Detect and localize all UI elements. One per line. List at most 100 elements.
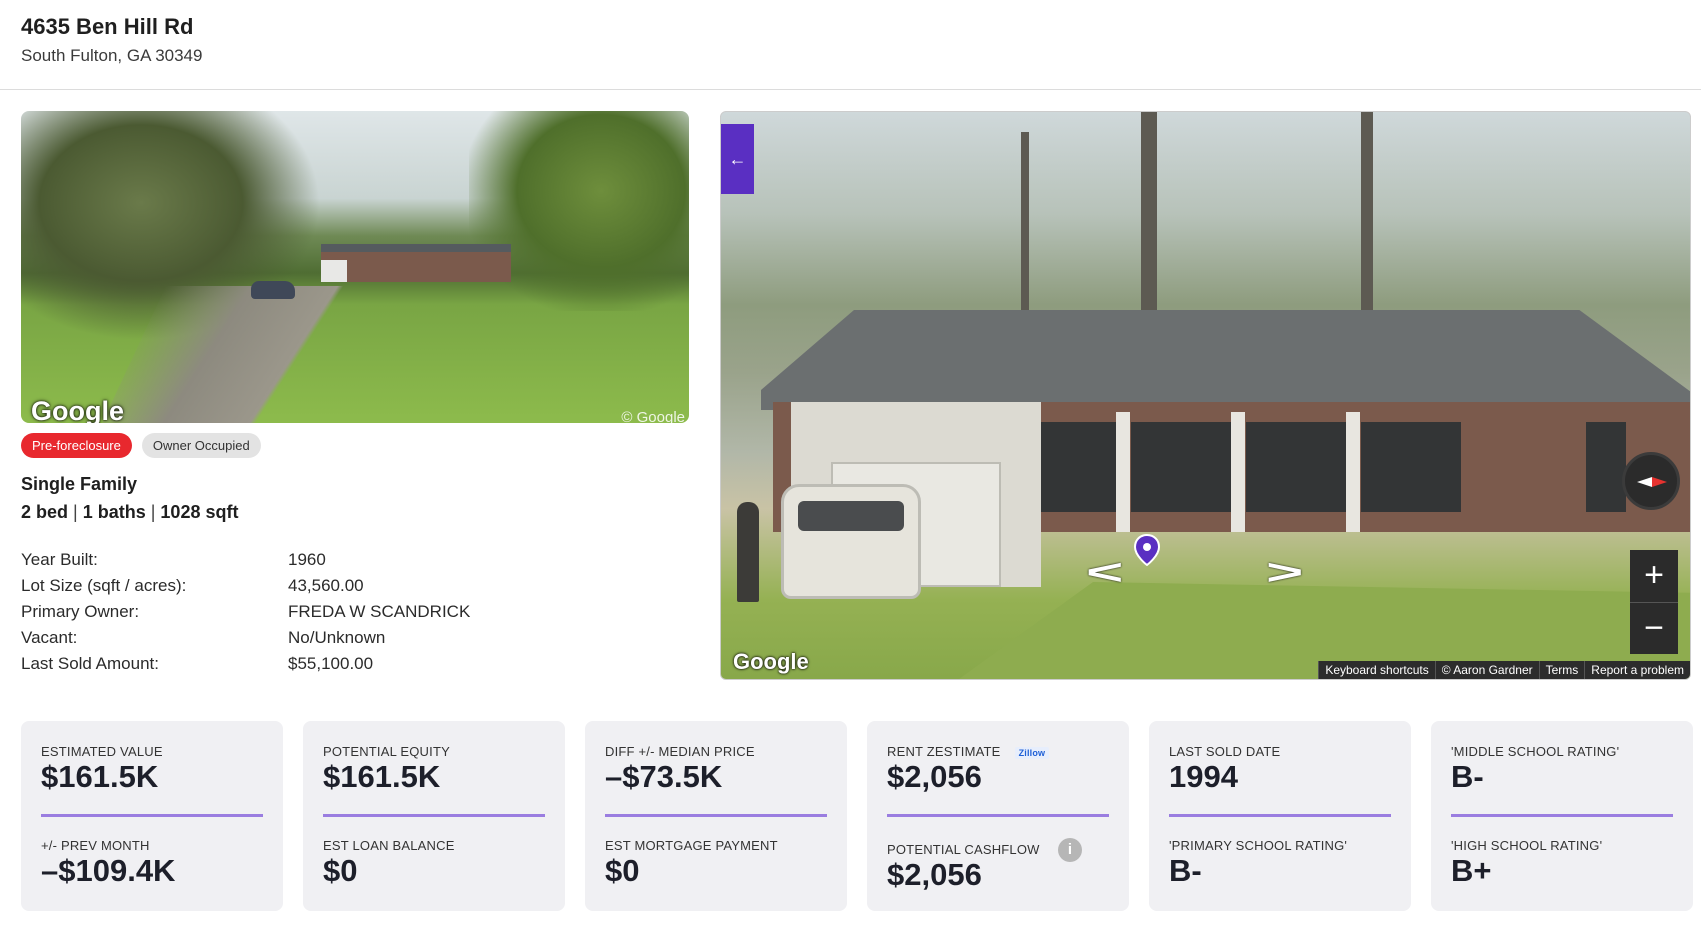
window-decor [1586, 422, 1626, 512]
metric-value: $0 [323, 853, 358, 888]
detail-row: Vacant: No/Unknown [21, 628, 470, 654]
page-header: 4635 Ben Hill Rd South Fulton, GA 30349 [0, 0, 1701, 90]
arrow-left-icon: ← [728, 149, 747, 169]
detail-label: Lot Size (sqft / acres): [21, 576, 187, 595]
metric-value: $161.5K [323, 759, 441, 794]
metric-label: POTENTIAL CASHFLOW [887, 842, 1040, 857]
detail-label: Primary Owner: [21, 602, 140, 621]
detail-label: Vacant: [21, 628, 78, 647]
status-badge-preforeclosure: Pre-foreclosure [21, 433, 132, 458]
detail-value: No/Unknown [288, 628, 386, 647]
card-divider [41, 814, 263, 817]
tree-trunk-decor [1021, 132, 1029, 312]
window-decor [1361, 422, 1461, 512]
status-badge-owner-occupied: Owner Occupied [141, 433, 261, 458]
card-divider [887, 814, 1109, 817]
detail-row: Primary Owner: FREDA W SCANDRICK [21, 602, 470, 628]
detail-row: Year Built: 1960 [21, 550, 470, 576]
metric-label: POTENTIAL EQUITY [323, 744, 450, 759]
metric-label: 'MIDDLE SCHOOL RATING' [1451, 744, 1620, 759]
porch-post-decor [1231, 412, 1245, 532]
metric-card-last-sold-date: LAST SOLD DATE 1994 'PRIMARY SCHOOL RATI… [1149, 721, 1411, 911]
house-decor [321, 244, 511, 282]
beds: 2 bed [21, 502, 69, 522]
card-divider [323, 814, 545, 817]
google-logo: Google [31, 396, 124, 423]
property-type: Single Family [21, 474, 138, 494]
detail-value: 43,560.00 [288, 576, 364, 595]
window-decor [1246, 422, 1346, 512]
google-logo: Google [733, 649, 809, 674]
stats-separator: | [73, 502, 78, 522]
metric-label: 'HIGH SCHOOL RATING' [1451, 838, 1603, 853]
detail-label: Last Sold Amount: [21, 654, 159, 673]
tree-trunk-decor [1361, 112, 1373, 312]
metric-value: $0 [605, 853, 640, 888]
property-stats: 2 bed | 1 baths | 1028 sqft [21, 502, 238, 523]
car-decor [251, 281, 295, 299]
imagery-attribution: © Aaron Gardner [1434, 661, 1539, 679]
metric-label: EST LOAN BALANCE [323, 838, 455, 853]
metric-card-school-ratings: 'MIDDLE SCHOOL RATING' B- 'HIGH SCHOOL R… [1431, 721, 1693, 911]
zoom-in-button[interactable]: + [1630, 550, 1678, 602]
detail-label: Year Built: [21, 550, 98, 569]
detail-value: 1960 [288, 550, 326, 569]
metric-value: B- [1451, 759, 1484, 794]
metric-card-median-diff: DIFF +/- MEDIAN PRICE –$73.5K EST MORTGA… [585, 721, 847, 911]
baths: 1 baths [82, 502, 146, 522]
card-divider [1169, 814, 1391, 817]
page-subtitle: South Fulton, GA 30349 [21, 46, 203, 65]
metric-value: $2,056 [887, 857, 982, 892]
keyboard-shortcuts-link[interactable]: Keyboard shortcuts [1318, 661, 1434, 679]
info-icon[interactable]: i [1058, 838, 1082, 862]
terms-link[interactable]: Terms [1538, 661, 1585, 679]
metric-card-rent-zestimate: RENT ZESTIMATE Zillow $2,056 POTENTIAL CA… [867, 721, 1129, 911]
zoom-control: + − [1630, 550, 1678, 654]
metric-value: B- [1169, 853, 1202, 888]
stats-separator: | [150, 502, 156, 522]
detail-value: $55,100.00 [288, 654, 374, 673]
metric-value: B+ [1451, 853, 1492, 888]
card-divider [605, 814, 827, 817]
metric-card-estimated-value: ESTIMATED VALUE $161.5K +/- PREV MONTH –… [21, 721, 283, 911]
window-decor [1131, 422, 1231, 512]
zoom-out-button[interactable]: − [1630, 602, 1678, 654]
metric-label: EST MORTGAGE PAYMENT [605, 838, 778, 853]
metric-value: $161.5K [41, 759, 159, 794]
metric-label: 'PRIMARY SCHOOL RATING' [1169, 838, 1348, 853]
zillow-logo-icon: Zillow [1014, 746, 1050, 759]
roof-decor [761, 310, 1690, 410]
card-divider [1451, 814, 1673, 817]
navigate-forward-arrow-icon[interactable]: > [1266, 554, 1303, 589]
page-title: 4635 Ben Hill Rd [21, 14, 194, 39]
metric-label: RENT ZESTIMATE Zillow [887, 744, 1050, 759]
metric-label-text: RENT ZESTIMATE [887, 744, 1001, 759]
status-badges: Pre-foreclosure Owner Occupied [21, 433, 261, 458]
porch-post-decor [1346, 412, 1360, 532]
porch-post-decor [1116, 412, 1130, 532]
tree-trunk-decor [1141, 112, 1157, 322]
metric-label: LAST SOLD DATE [1169, 744, 1281, 759]
person-decor [737, 502, 759, 602]
metric-card-potential-equity: POTENTIAL EQUITY $161.5K EST LOAN BALANC… [303, 721, 565, 911]
compass-icon[interactable] [1622, 452, 1680, 510]
map-footer: Keyboard shortcuts © Aaron Gardner Terms… [1318, 661, 1690, 679]
property-photo[interactable]: Google © Google [21, 111, 689, 423]
location-pin-icon [1134, 534, 1160, 566]
metric-label: ESTIMATED VALUE [41, 744, 163, 759]
detail-row: Last Sold Amount: $55,100.00 [21, 654, 470, 680]
metric-value: –$109.4K [41, 853, 176, 888]
metric-value: –$73.5K [605, 759, 723, 794]
collapse-arrow-button[interactable]: ← [721, 124, 754, 194]
truck-decor [781, 484, 921, 599]
detail-row: Lot Size (sqft / acres): 43,560.00 [21, 576, 470, 602]
metric-cards: ESTIMATED VALUE $161.5K +/- PREV MONTH –… [21, 721, 1693, 911]
metric-value: 1994 [1169, 759, 1238, 794]
street-view-panel[interactable]: ← < > + − Google Keyboard shortcuts © Aa… [720, 111, 1691, 680]
metric-value: $2,056 [887, 759, 982, 794]
detail-value: FREDA W SCANDRICK [288, 602, 471, 621]
navigate-back-arrow-icon[interactable]: < [1086, 554, 1123, 589]
sqft: 1028 sqft [160, 502, 239, 522]
metric-label: +/- PREV MONTH [41, 838, 150, 853]
report-problem-link[interactable]: Report a problem [1584, 661, 1690, 679]
